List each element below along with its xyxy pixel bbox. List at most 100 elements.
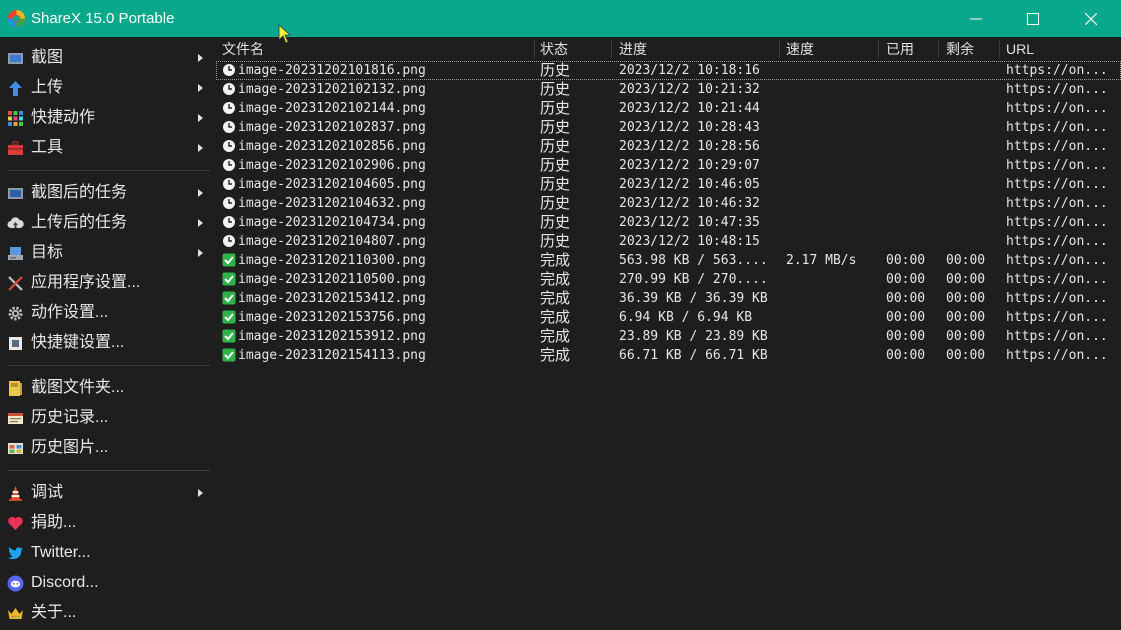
- status-cell: 完成: [540, 271, 571, 288]
- remaining-cell: 00:00: [946, 310, 986, 325]
- status-cell: 历史: [540, 100, 571, 117]
- task-row[interactable]: image-20231202102837.png 历史 2023/12/2 10:2…: [216, 118, 1121, 137]
- menu-item-twitter[interactable]: Twitter...: [0, 539, 210, 567]
- progress-cell: 563.98 KB / 563....: [619, 253, 768, 268]
- crown-icon: [8, 608, 23, 619]
- minimize-button[interactable]: [946, 0, 1006, 37]
- after-capture-icon: [8, 188, 23, 199]
- check-icon: [222, 348, 236, 362]
- submenu-arrow-icon: [198, 249, 203, 257]
- task-row[interactable]: image-20231202102906.png 历史 2023/12/2 10:2…: [216, 156, 1121, 175]
- column-divider[interactable]: [611, 40, 612, 58]
- close-button[interactable]: [1061, 0, 1121, 37]
- filename-cell: image-20231202153756.png: [238, 310, 426, 325]
- menu-label: 目标: [31, 244, 64, 261]
- column-header-filename[interactable]: 文件名: [222, 37, 264, 61]
- task-row[interactable]: image-20231202153756.png 完成 6.94 KB / 6.94…: [216, 308, 1121, 327]
- clock-icon: [223, 121, 235, 133]
- status-cell: 历史: [540, 214, 571, 231]
- filename-cell: image-20231202104807.png: [238, 234, 426, 249]
- task-row[interactable]: image-20231202110500.png 完成 270.99 KB / 27…: [216, 270, 1121, 289]
- menu-separator: [7, 365, 210, 366]
- menu-item-after-upload-tasks[interactable]: 上传后的任务: [0, 209, 210, 237]
- status-cell: 完成: [540, 290, 571, 307]
- submenu-arrow-icon: [198, 84, 203, 92]
- task-row[interactable]: image-20231202101816.png 历史 2023/12/2 10:1…: [216, 61, 1121, 80]
- column-header-progress[interactable]: 进度: [619, 37, 647, 61]
- menu-item-history[interactable]: 历史记录...: [0, 404, 210, 432]
- column-divider[interactable]: [999, 40, 1000, 58]
- menu-item-discord[interactable]: Discord...: [0, 569, 210, 597]
- task-row[interactable]: image-20231202154113.png 完成 66.71 KB / 66.…: [216, 346, 1121, 365]
- menu-item-destinations[interactable]: 目标: [0, 239, 210, 267]
- submenu-arrow-icon: [198, 189, 203, 197]
- column-divider[interactable]: [534, 40, 535, 58]
- url-cell: https://on...: [1006, 101, 1108, 116]
- workflow-grid-icon: [8, 111, 23, 126]
- check-icon: [222, 291, 236, 305]
- task-row[interactable]: image-20231202104807.png 历史 2023/12/2 10:4…: [216, 232, 1121, 251]
- menu-item-hotkey-settings[interactable]: 快捷键设置...: [0, 329, 210, 357]
- task-row[interactable]: image-20231202102132.png 历史 2023/12/2 10:2…: [216, 80, 1121, 99]
- menu-label: 上传: [31, 79, 64, 96]
- url-cell: https://on...: [1006, 348, 1108, 363]
- folder-icon: [9, 381, 22, 396]
- menu-label: 捐助...: [31, 514, 77, 531]
- menu-item-task-settings[interactable]: 动作设置...: [0, 299, 210, 327]
- menu-item-application-settings[interactable]: 应用程序设置...: [0, 269, 210, 297]
- task-row[interactable]: image-20231202104632.png 历史 2023/12/2 10:4…: [216, 194, 1121, 213]
- task-row[interactable]: image-20231202110300.png 完成 563.98 KB / 56…: [216, 251, 1121, 270]
- menu-item-screenshots-folder[interactable]: 截图文件夹...: [0, 374, 210, 402]
- title-bar[interactable]: ShareX 15.0 Portable: [0, 0, 1121, 44]
- menu-label: 截图后的任务: [31, 184, 128, 201]
- menu-item-upload[interactable]: 上传: [0, 74, 210, 102]
- filename-cell: image-20231202153412.png: [238, 291, 426, 306]
- cloud-upload-icon: [7, 217, 24, 228]
- main-menu-sidebar: 截图 上传 快捷动作 工具 截图后的任务 上传后的任务 目标 应用程序设置...…: [0, 37, 214, 630]
- column-header-status[interactable]: 状态: [540, 37, 568, 61]
- column-header-url[interactable]: URL: [1006, 37, 1034, 61]
- elapsed-cell: 00:00: [886, 253, 926, 268]
- minimize-icon: [970, 18, 982, 19]
- task-row[interactable]: image-20231202104734.png 历史 2023/12/2 10:4…: [216, 213, 1121, 232]
- progress-cell: 6.94 KB / 6.94 KB: [619, 310, 753, 325]
- filename-cell: image-20231202102856.png: [238, 139, 426, 154]
- progress-cell: 2023/12/2 10:28:43: [619, 120, 760, 135]
- task-row[interactable]: image-20231202102856.png 历史 2023/12/2 10:2…: [216, 137, 1121, 156]
- menu-label: Twitter...: [31, 544, 91, 561]
- menu-item-image-history[interactable]: 历史图片...: [0, 434, 210, 462]
- task-list-view[interactable]: 文件名 状态 进度 速度 已用 剩余 URL image-20231202101…: [216, 37, 1121, 630]
- menu-item-about[interactable]: 关于...: [0, 599, 210, 627]
- task-row[interactable]: image-20231202153912.png 完成 23.89 KB / 23.…: [216, 327, 1121, 346]
- column-header-remaining[interactable]: 剩余: [946, 37, 974, 61]
- maximize-button[interactable]: [1003, 0, 1063, 37]
- column-divider[interactable]: [779, 40, 780, 58]
- menu-item-after-capture-tasks[interactable]: 截图后的任务: [0, 179, 210, 207]
- elapsed-cell: 00:00: [886, 348, 926, 363]
- column-header-speed[interactable]: 速度: [786, 37, 814, 61]
- url-cell: https://on...: [1006, 310, 1108, 325]
- url-cell: https://on...: [1006, 63, 1108, 78]
- menu-label: 截图: [31, 49, 64, 66]
- task-row[interactable]: image-20231202104605.png 历史 2023/12/2 10:4…: [216, 175, 1121, 194]
- filename-cell: image-20231202102144.png: [238, 101, 426, 116]
- url-cell: https://on...: [1006, 139, 1108, 154]
- status-cell: 完成: [540, 309, 571, 326]
- task-row[interactable]: image-20231202102144.png 历史 2023/12/2 10:2…: [216, 99, 1121, 118]
- column-divider[interactable]: [878, 40, 879, 58]
- menu-item-tools[interactable]: 工具: [0, 134, 210, 162]
- check-icon: [222, 272, 236, 286]
- menu-item-donate[interactable]: 捐助...: [0, 509, 210, 537]
- menu-item-debug[interactable]: 调试: [0, 479, 210, 507]
- status-cell: 历史: [540, 176, 571, 193]
- url-cell: https://on...: [1006, 215, 1108, 230]
- column-divider[interactable]: [938, 40, 939, 58]
- menu-item-capture[interactable]: 截图: [0, 44, 210, 72]
- heart-icon: [8, 516, 23, 530]
- task-row[interactable]: image-20231202153412.png 完成 36.39 KB / 36.…: [216, 289, 1121, 308]
- progress-cell: 2023/12/2 10:29:07: [619, 158, 760, 173]
- progress-cell: 23.89 KB / 23.89 KB: [619, 329, 768, 344]
- menu-item-workflows[interactable]: 快捷动作: [0, 104, 210, 132]
- column-header-elapsed[interactable]: 已用: [886, 37, 914, 61]
- url-cell: https://on...: [1006, 158, 1108, 173]
